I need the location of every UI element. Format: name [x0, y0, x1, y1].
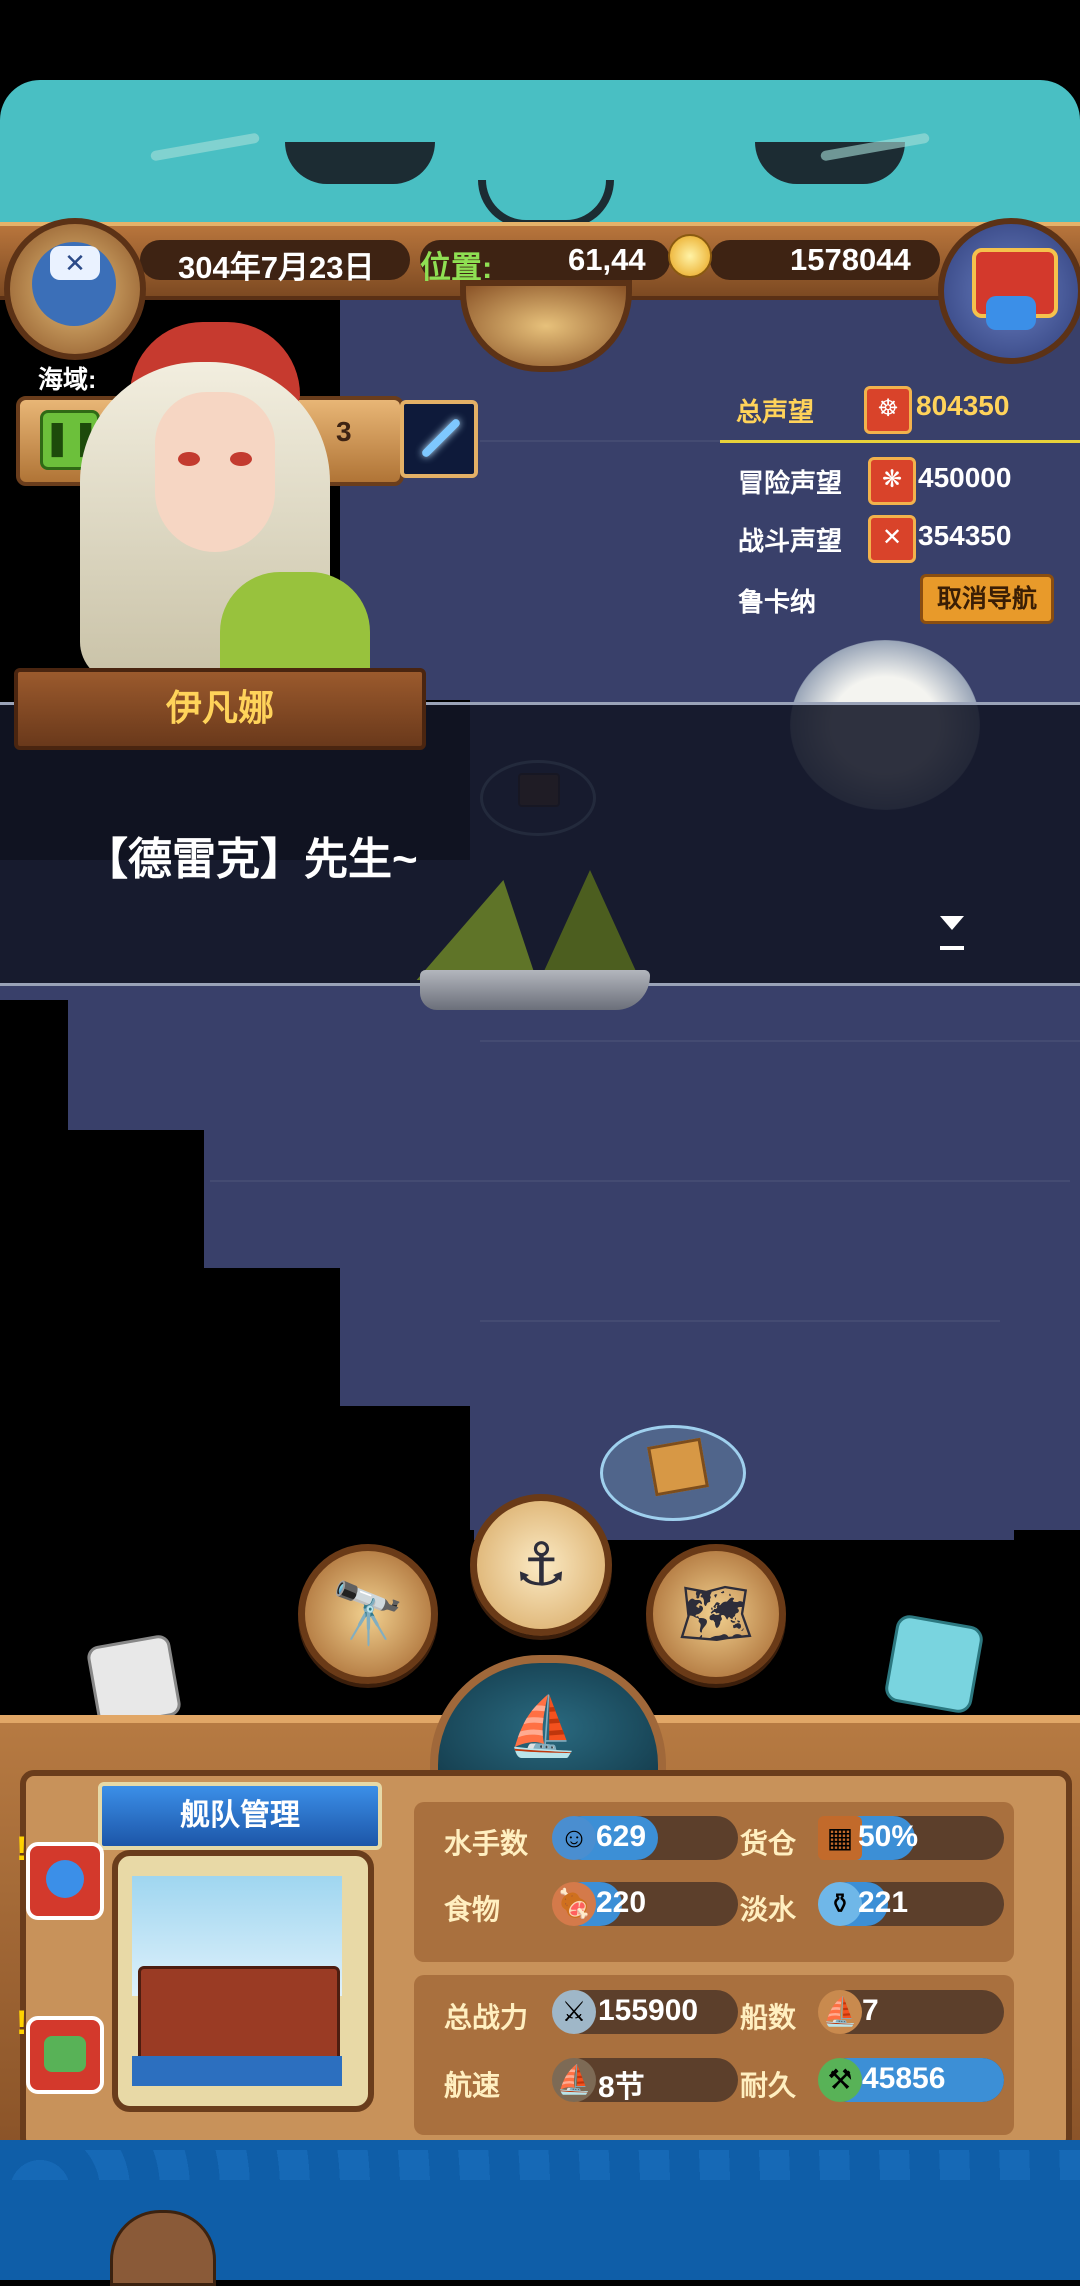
battle-reputation-icon: ✕: [868, 515, 916, 563]
face: [155, 392, 275, 552]
crew-alert-button[interactable]: [26, 1842, 104, 1920]
speaker-name-plate: 伊凡娜: [14, 668, 426, 750]
cat-mouth: [478, 180, 614, 228]
cargo-label: 货仓: [740, 1828, 797, 1859]
telescope-icon: 🔭: [330, 1580, 406, 1647]
cat-eye-left: [285, 142, 435, 184]
cargo-crate-icon: ▦: [818, 1816, 862, 1860]
cargo-value: 50%: [858, 1820, 919, 1853]
adventure-reputation-label: 冒险声望: [738, 468, 843, 498]
repair-alert-button[interactable]: [26, 2016, 104, 2094]
food-value: 220: [596, 1886, 647, 1919]
sea-map-step-2: [204, 1128, 484, 1268]
total-power-label: 总战力: [444, 2002, 529, 2033]
crate-icon: [647, 1437, 709, 1497]
position-value: 61,44: [568, 242, 646, 277]
anchor-button[interactable]: ⚓: [470, 1494, 612, 1636]
alert-exclamation-icon: !: [16, 2004, 28, 2042]
sailor-icon: ☺: [552, 1816, 596, 1860]
anchor-icon: ⚓: [514, 1531, 568, 1598]
water-jug-icon: ⚱: [818, 1882, 862, 1926]
green-sweater: [220, 572, 370, 682]
ship-sail-back: [540, 870, 640, 980]
sailor-icon: [46, 1860, 84, 1898]
boat-icon: ⛵: [506, 1694, 580, 1759]
treasure-chest-button[interactable]: [938, 218, 1080, 364]
sailors-label: 水手数: [444, 1828, 529, 1859]
ship-speed-icon: ⛵: [552, 2058, 596, 2102]
destination-name: 鲁卡纳: [738, 587, 817, 617]
ocean: [132, 2056, 342, 2086]
dialogue-text: 【德雷克】先生~: [84, 835, 418, 884]
skull-cap-icon: ✕: [50, 246, 100, 280]
battle-reputation-value: 354350: [918, 520, 1012, 551]
game-date: 304年7月23日: [178, 250, 375, 285]
durability-value: 45856: [862, 2062, 946, 2095]
gems-icon: [986, 296, 1036, 330]
total-reputation-icon: ☸: [864, 386, 912, 434]
floating-crate[interactable]: [600, 1425, 746, 1521]
npc-portrait-ivana: [50, 312, 380, 682]
food-label: 食物: [444, 1894, 501, 1925]
speed-label: 航速: [444, 2070, 501, 2101]
battle-reputation-label: 战斗声望: [738, 526, 843, 556]
ship-portrait-frame[interactable]: [112, 1850, 374, 2112]
world-map-icon: 🗺: [677, 1580, 755, 1647]
total-reputation-label: 总声望: [736, 397, 815, 427]
sailboat-icon: ⛵: [818, 1990, 862, 2034]
world-map-button[interactable]: 🗺: [646, 1544, 786, 1684]
ship-count-value: 7: [862, 1994, 879, 2027]
cyan-cat-mascot: [883, 1613, 985, 1715]
water-label: 淡水: [740, 1894, 797, 1925]
sailors-value: 629: [596, 1820, 647, 1853]
speed-value: 8节: [598, 2071, 645, 2104]
top-cat-banner: [0, 80, 1080, 230]
repair-hammer-icon: ⚒: [818, 2058, 862, 2102]
comet-icon: [420, 417, 462, 459]
continue-arrow-icon[interactable]: [940, 916, 964, 930]
adventure-reputation-icon: ❋: [868, 457, 916, 505]
fleet-management-title[interactable]: 舰队管理: [98, 1782, 382, 1850]
meat-icon: 🍖: [552, 1882, 596, 1926]
crossed-swords-icon: ⚔: [552, 1990, 596, 2034]
player-ship[interactable]: [400, 860, 670, 1020]
alert-exclamation-icon: !: [16, 1830, 28, 1868]
durability-label: 耐久: [740, 2070, 797, 2101]
reputation-divider: [720, 440, 1080, 443]
sea-map-step-3: [340, 1266, 485, 1406]
skill-slot-button[interactable]: [400, 400, 478, 478]
ship-count-label: 船数: [740, 2002, 797, 2033]
adventure-reputation-value: 450000: [918, 462, 1012, 493]
gold-coin-icon: [668, 234, 712, 278]
cancel-navigation-button[interactable]: 取消导航: [920, 574, 1054, 624]
total-reputation-value: 804350: [916, 390, 1010, 421]
water-value: 221: [858, 1886, 909, 1919]
total-power-value: 155900: [598, 1994, 699, 2027]
telescope-button[interactable]: 🔭: [298, 1544, 438, 1684]
ship-hull: [420, 970, 650, 1010]
ship-repair-icon: [44, 2036, 86, 2072]
gold-amount: 1578044: [790, 242, 911, 277]
cat-cheek-left: [149, 132, 261, 162]
ship-cross-section: [138, 1966, 340, 2062]
